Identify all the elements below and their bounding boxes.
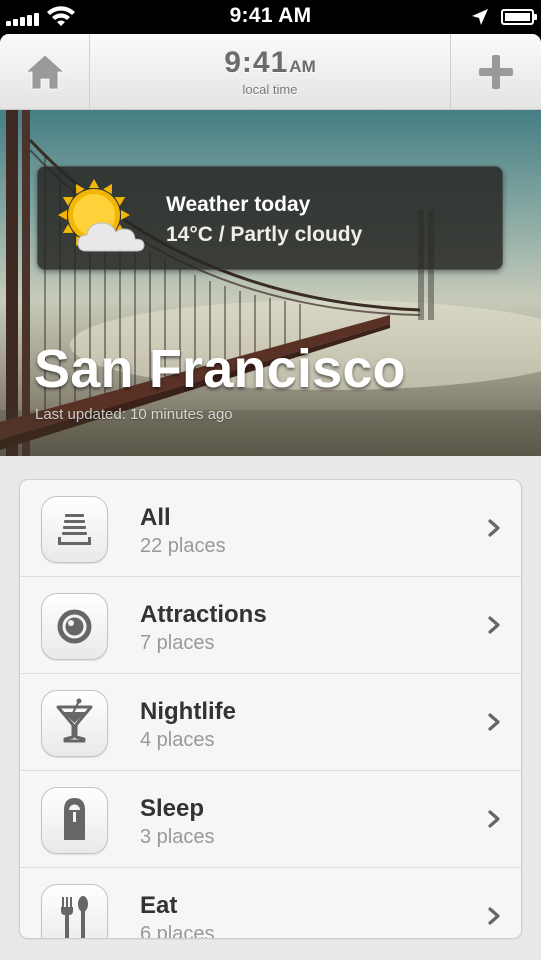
category-list: All 22 places Attractions 7 places Night… — [19, 479, 522, 939]
item-title: Nightlife — [140, 698, 236, 725]
chevron-right-icon — [488, 519, 500, 537]
camera-lens-icon — [57, 609, 92, 644]
item-count: 22 places — [140, 535, 226, 557]
chevron-right-icon — [488, 616, 500, 634]
cocktail-icon — [56, 698, 93, 743]
icon-tile — [41, 690, 108, 757]
icon-tile — [41, 496, 108, 563]
list-item-eat[interactable]: Eat 6 places — [20, 868, 521, 939]
item-title: Eat — [140, 892, 178, 919]
clock-time: 9:41 — [224, 46, 289, 79]
local-clock: 9:41AM local time — [90, 34, 450, 110]
weather-card[interactable]: Weather today 14°C / Partly cloudy — [37, 166, 503, 270]
chevron-right-icon — [488, 713, 500, 731]
battery-icon — [501, 9, 537, 25]
weather-description: 14°C / Partly cloudy — [166, 223, 363, 246]
item-title: Attractions — [140, 601, 267, 628]
status-time: 9:41 AM — [229, 4, 312, 27]
list-stack-icon — [58, 514, 91, 545]
home-icon — [24, 54, 65, 90]
weather-title: Weather today — [166, 193, 311, 216]
golden-gate-bridge-photo — [0, 110, 541, 456]
last-updated: Last updated: 10 minutes ago — [35, 406, 233, 423]
item-count: 7 places — [140, 632, 215, 654]
list-item-nightlife[interactable]: Nightlife 4 places — [20, 674, 521, 771]
item-count: 6 places — [140, 923, 215, 939]
list-item-sleep[interactable]: Sleep 3 places — [20, 771, 521, 868]
city-name: San Francisco — [34, 339, 406, 399]
list-bottom-edge — [0, 940, 541, 960]
list-item-all[interactable]: All 22 places — [20, 480, 521, 577]
item-count: 3 places — [140, 826, 215, 848]
app-window: 9:41AM local time Weather today 14°C / P… — [0, 34, 541, 960]
fork-knife-icon — [61, 896, 88, 938]
location-arrow-icon — [472, 9, 488, 25]
status-bar: 9:41 AM — [0, 0, 541, 34]
item-count: 4 places — [140, 729, 215, 751]
home-button[interactable] — [0, 34, 90, 110]
item-title: Sleep — [140, 795, 205, 822]
chevron-right-icon — [488, 907, 500, 925]
city-hero: Weather today 14°C / Partly cloudy San F… — [0, 110, 541, 456]
partly-cloudy-icon — [58, 179, 145, 252]
list-item-attractions[interactable]: Attractions 7 places — [20, 577, 521, 674]
item-title: All — [140, 504, 171, 531]
icon-tile — [41, 787, 108, 854]
add-button[interactable] — [450, 34, 541, 110]
icon-tile — [41, 884, 108, 938]
icon-tile — [41, 593, 108, 660]
nav-bar: 9:41AM local time — [0, 34, 541, 110]
chevron-right-icon — [488, 810, 500, 828]
plus-icon — [479, 55, 513, 89]
clock-subtitle: local time — [242, 82, 298, 97]
door-hanger-icon — [64, 798, 85, 840]
clock-ampm: AM — [289, 57, 316, 76]
